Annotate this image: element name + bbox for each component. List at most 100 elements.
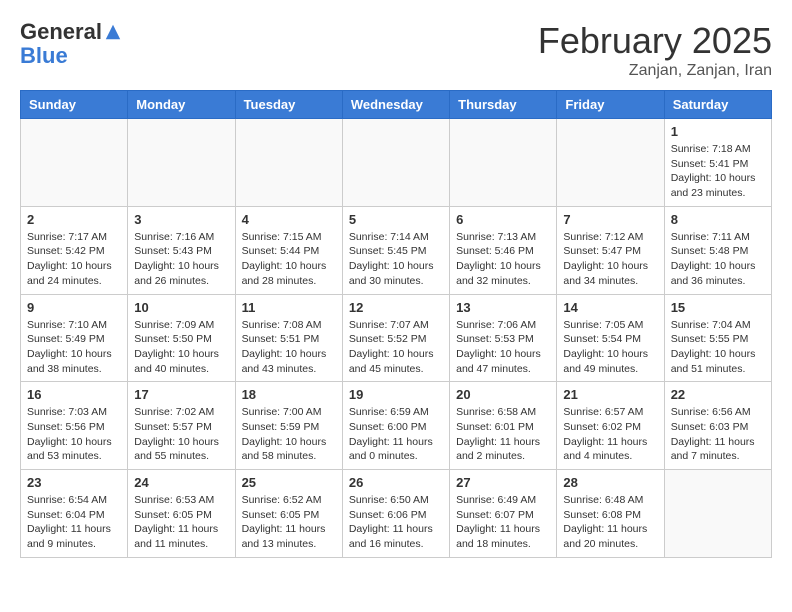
day-number: 15 xyxy=(671,300,765,315)
page-header: General Blue February 2025 Zanjan, Zanja… xyxy=(20,20,772,80)
calendar-cell: 1 Sunrise: 7:18 AM Sunset: 5:41 PM Daylig… xyxy=(664,119,771,207)
day-number: 13 xyxy=(456,300,550,315)
day-number: 4 xyxy=(242,212,336,227)
day-info: Sunrise: 7:05 AM Sunset: 5:54 PM Dayligh… xyxy=(563,318,657,377)
day-number: 7 xyxy=(563,212,657,227)
calendar-cell: 24Sunrise: 6:53 AM Sunset: 6:05 PM Dayli… xyxy=(128,470,235,558)
day-info: Sunrise: 6:57 AM Sunset: 6:02 PM Dayligh… xyxy=(563,405,657,464)
calendar-header-row: SundayMondayTuesdayWednesdayThursdayFrid… xyxy=(21,91,772,119)
day-info: Sunrise: 7:15 AM Sunset: 5:44 PM Dayligh… xyxy=(242,230,336,289)
col-header-sunday: Sunday xyxy=(21,91,128,119)
calendar-week-row: 1 Sunrise: 7:18 AM Sunset: 5:41 PM Daylig… xyxy=(21,119,772,207)
day-number: 23 xyxy=(27,475,121,490)
day-info: Sunrise: 7:02 AM Sunset: 5:57 PM Dayligh… xyxy=(134,405,228,464)
day-info: Sunrise: 7:06 AM Sunset: 5:53 PM Dayligh… xyxy=(456,318,550,377)
day-info: Sunrise: 7:00 AM Sunset: 5:59 PM Dayligh… xyxy=(242,405,336,464)
calendar-cell xyxy=(21,119,128,207)
calendar-cell: 9 Sunrise: 7:10 AM Sunset: 5:49 PM Daylig… xyxy=(21,294,128,382)
day-info: Sunrise: 7:11 AM Sunset: 5:48 PM Dayligh… xyxy=(671,230,765,289)
day-info: Sunrise: 7:08 AM Sunset: 5:51 PM Dayligh… xyxy=(242,318,336,377)
day-info: Sunrise: 6:49 AM Sunset: 6:07 PM Dayligh… xyxy=(456,493,550,552)
day-number: 1 xyxy=(671,124,765,139)
logo-general: General xyxy=(20,20,102,44)
day-number: 6 xyxy=(456,212,550,227)
calendar-cell: 10 Sunrise: 7:09 AM Sunset: 5:50 PM Dayli… xyxy=(128,294,235,382)
day-info: Sunrise: 7:03 AM Sunset: 5:56 PM Dayligh… xyxy=(27,405,121,464)
day-info: Sunrise: 7:07 AM Sunset: 5:52 PM Dayligh… xyxy=(349,318,443,377)
day-info: Sunrise: 6:48 AM Sunset: 6:08 PM Dayligh… xyxy=(563,493,657,552)
location-subtitle: Zanjan, Zanjan, Iran xyxy=(538,62,772,80)
day-info: Sunrise: 7:13 AM Sunset: 5:46 PM Dayligh… xyxy=(456,230,550,289)
month-title: February 2025 xyxy=(538,20,772,62)
calendar-cell: 12 Sunrise: 7:07 AM Sunset: 5:52 PM Dayli… xyxy=(342,294,449,382)
col-header-friday: Friday xyxy=(557,91,664,119)
calendar-cell: 4 Sunrise: 7:15 AM Sunset: 5:44 PM Daylig… xyxy=(235,206,342,294)
calendar-cell: 22 Sunrise: 6:56 AM Sunset: 6:03 PM Dayli… xyxy=(664,382,771,470)
calendar-cell: 6 Sunrise: 7:13 AM Sunset: 5:46 PM Daylig… xyxy=(450,206,557,294)
col-header-wednesday: Wednesday xyxy=(342,91,449,119)
calendar-cell xyxy=(450,119,557,207)
calendar-cell xyxy=(235,119,342,207)
day-info: Sunrise: 6:54 AM Sunset: 6:04 PM Dayligh… xyxy=(27,493,121,552)
day-number: 18 xyxy=(242,387,336,402)
calendar-cell: 28 Sunrise: 6:48 AM Sunset: 6:08 PM Dayli… xyxy=(557,470,664,558)
day-number: 19 xyxy=(349,387,443,402)
calendar-week-row: 23 Sunrise: 6:54 AM Sunset: 6:04 PM Dayli… xyxy=(21,470,772,558)
calendar-week-row: 2 Sunrise: 7:17 AM Sunset: 5:42 PM Daylig… xyxy=(21,206,772,294)
day-info: Sunrise: 7:17 AM Sunset: 5:42 PM Dayligh… xyxy=(27,230,121,289)
calendar-cell xyxy=(128,119,235,207)
calendar-cell: 17Sunrise: 7:02 AM Sunset: 5:57 PM Dayli… xyxy=(128,382,235,470)
col-header-saturday: Saturday xyxy=(664,91,771,119)
logo-blue: Blue xyxy=(20,43,68,68)
day-number: 25 xyxy=(242,475,336,490)
day-number: 5 xyxy=(349,212,443,227)
calendar-cell: 14 Sunrise: 7:05 AM Sunset: 5:54 PM Dayli… xyxy=(557,294,664,382)
day-info: Sunrise: 6:52 AM Sunset: 6:05 PM Dayligh… xyxy=(242,493,336,552)
calendar-cell: 19 Sunrise: 6:59 AM Sunset: 6:00 PM Dayli… xyxy=(342,382,449,470)
calendar-table: SundayMondayTuesdayWednesdayThursdayFrid… xyxy=(20,90,772,558)
day-info: Sunrise: 7:18 AM Sunset: 5:41 PM Dayligh… xyxy=(671,142,765,201)
calendar-cell: 7 Sunrise: 7:12 AM Sunset: 5:47 PM Daylig… xyxy=(557,206,664,294)
day-number: 14 xyxy=(563,300,657,315)
day-info: Sunrise: 6:53 AM Sunset: 6:05 PM Dayligh… xyxy=(134,493,228,552)
day-number: 3 xyxy=(134,212,228,227)
title-block: February 2025 Zanjan, Zanjan, Iran xyxy=(538,20,772,80)
day-info: Sunrise: 7:04 AM Sunset: 5:55 PM Dayligh… xyxy=(671,318,765,377)
day-info: Sunrise: 7:12 AM Sunset: 5:47 PM Dayligh… xyxy=(563,230,657,289)
day-info: Sunrise: 7:14 AM Sunset: 5:45 PM Dayligh… xyxy=(349,230,443,289)
calendar-cell: 3Sunrise: 7:16 AM Sunset: 5:43 PM Daylig… xyxy=(128,206,235,294)
day-info: Sunrise: 7:10 AM Sunset: 5:49 PM Dayligh… xyxy=(27,318,121,377)
calendar-cell: 23 Sunrise: 6:54 AM Sunset: 6:04 PM Dayli… xyxy=(21,470,128,558)
day-number: 10 xyxy=(134,300,228,315)
calendar-cell: 2 Sunrise: 7:17 AM Sunset: 5:42 PM Daylig… xyxy=(21,206,128,294)
calendar-cell: 27 Sunrise: 6:49 AM Sunset: 6:07 PM Dayli… xyxy=(450,470,557,558)
day-number: 9 xyxy=(27,300,121,315)
day-number: 11 xyxy=(242,300,336,315)
calendar-cell: 5 Sunrise: 7:14 AM Sunset: 5:45 PM Daylig… xyxy=(342,206,449,294)
day-info: Sunrise: 6:59 AM Sunset: 6:00 PM Dayligh… xyxy=(349,405,443,464)
day-number: 27 xyxy=(456,475,550,490)
calendar-cell: 20Sunrise: 6:58 AM Sunset: 6:01 PM Dayli… xyxy=(450,382,557,470)
calendar-cell: 8 Sunrise: 7:11 AM Sunset: 5:48 PM Daylig… xyxy=(664,206,771,294)
day-number: 2 xyxy=(27,212,121,227)
calendar-cell xyxy=(557,119,664,207)
calendar-cell xyxy=(342,119,449,207)
day-info: Sunrise: 6:50 AM Sunset: 6:06 PM Dayligh… xyxy=(349,493,443,552)
day-number: 8 xyxy=(671,212,765,227)
day-number: 20 xyxy=(456,387,550,402)
day-number: 28 xyxy=(563,475,657,490)
day-number: 26 xyxy=(349,475,443,490)
calendar-cell: 18 Sunrise: 7:00 AM Sunset: 5:59 PM Dayli… xyxy=(235,382,342,470)
col-header-monday: Monday xyxy=(128,91,235,119)
day-info: Sunrise: 6:56 AM Sunset: 6:03 PM Dayligh… xyxy=(671,405,765,464)
calendar-cell: 16Sunrise: 7:03 AM Sunset: 5:56 PM Dayli… xyxy=(21,382,128,470)
col-header-thursday: Thursday xyxy=(450,91,557,119)
day-info: Sunrise: 7:09 AM Sunset: 5:50 PM Dayligh… xyxy=(134,318,228,377)
calendar-cell xyxy=(664,470,771,558)
col-header-tuesday: Tuesday xyxy=(235,91,342,119)
calendar-cell: 11 Sunrise: 7:08 AM Sunset: 5:51 PM Dayli… xyxy=(235,294,342,382)
calendar-cell: 13 Sunrise: 7:06 AM Sunset: 5:53 PM Dayli… xyxy=(450,294,557,382)
day-number: 12 xyxy=(349,300,443,315)
day-number: 22 xyxy=(671,387,765,402)
calendar-cell: 15 Sunrise: 7:04 AM Sunset: 5:55 PM Dayli… xyxy=(664,294,771,382)
